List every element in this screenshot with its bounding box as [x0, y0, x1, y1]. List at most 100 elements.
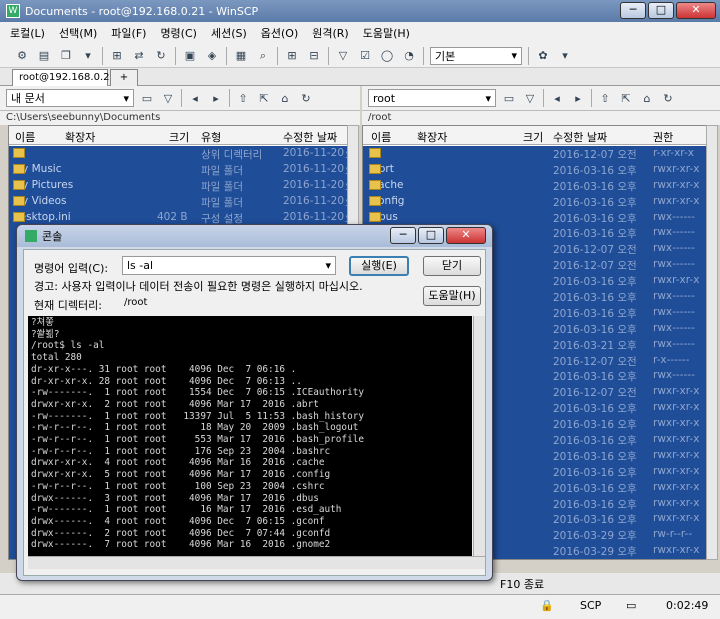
keep-icon[interactable]: ▦	[233, 48, 249, 64]
file-perm: rwxr-xr-x	[653, 448, 700, 461]
compare-icon[interactable]: ⊞	[109, 48, 125, 64]
menu-remote[interactable]: 원격(R)	[312, 25, 348, 41]
copy-icon[interactable]: ❐	[58, 48, 74, 64]
filter-icon[interactable]: ▽	[335, 48, 351, 64]
folder-open-icon[interactable]: ▭	[501, 90, 517, 106]
transfer-profile-value: 기본	[435, 49, 456, 63]
close-window-button[interactable]: ✕	[676, 2, 716, 19]
col-ext[interactable]: 확장자	[417, 129, 447, 145]
col-date[interactable]: 수정한 날짜	[553, 129, 607, 145]
console-close-button[interactable]: ✕	[446, 227, 486, 244]
left-current-path: C:\Users\seebunny\Documents	[0, 110, 360, 125]
parent-dir-icon[interactable]: ⇧	[597, 90, 613, 106]
home-icon[interactable]: ⌂	[639, 90, 655, 106]
command-label: 명령어 입력(C):	[34, 262, 109, 275]
help-button[interactable]: 도움말(H)	[423, 286, 481, 306]
f10-quit-button[interactable]: F10 종료	[500, 576, 544, 592]
chevron-down-icon[interactable]: ▾	[557, 48, 573, 64]
putty-icon[interactable]: ◈	[204, 48, 220, 64]
forward-icon[interactable]: ▸	[208, 90, 224, 106]
transfer-profile-select[interactable]: 기본 ▾	[430, 46, 522, 65]
sync-icon[interactable]: ⇄	[131, 48, 147, 64]
table-row[interactable]: My Pictures파일 폴더2016-11-20오	[9, 178, 357, 194]
maximize-button[interactable]: □	[648, 2, 674, 19]
console-horizontal-scrollbar[interactable]	[28, 556, 485, 569]
home-icon[interactable]: ⌂	[277, 90, 293, 106]
filter-icon[interactable]: ▽	[160, 90, 176, 106]
back-icon[interactable]: ◂	[187, 90, 203, 106]
menu-command[interactable]: 명령(C)	[160, 25, 197, 41]
console-minimize-button[interactable]: ─	[390, 227, 416, 244]
folder-open-icon[interactable]: ▭	[139, 90, 155, 106]
parent-dir-icon[interactable]: ⇧	[235, 90, 251, 106]
left-path-bar: 내 문서 ▾ ▭ ▽ ◂ ▸ ⇧ ⇱ ⌂ ↻	[0, 86, 360, 110]
computer-icon: ▭	[626, 599, 637, 612]
forward-icon[interactable]: ▸	[570, 90, 586, 106]
file-perm: rwxr-xr-x	[653, 401, 700, 414]
console-icon[interactable]: ▣	[182, 48, 198, 64]
table-row[interactable]: My Music파일 폴더2016-11-20오	[9, 162, 357, 178]
console-output[interactable]: ?쳐쫗 ?쐍뵒? /root$ ls -al total 280 dr-xr-x…	[28, 316, 472, 556]
command-input[interactable]: ls -al ▾	[122, 256, 336, 275]
col-type[interactable]: 유형	[201, 129, 221, 145]
toolbar-separator	[175, 46, 176, 65]
col-size[interactable]: 크기	[523, 129, 543, 145]
find-icon[interactable]: ⌕	[255, 48, 271, 64]
close-button[interactable]: 닫기	[423, 256, 481, 276]
chevron-down-icon[interactable]: ▾	[80, 48, 96, 64]
refresh-icon[interactable]: ↻	[660, 90, 676, 106]
back-icon[interactable]: ◂	[549, 90, 565, 106]
col-ext[interactable]: 확장자	[65, 129, 95, 145]
menu-session[interactable]: 세션(S)	[211, 25, 247, 41]
folder-icon	[369, 211, 381, 222]
file-date: 2016-03-16 오후	[553, 180, 637, 193]
root-dir-icon[interactable]: ⇱	[618, 90, 634, 106]
tab-session[interactable]: root@192.168.0.21	[12, 69, 116, 86]
folder-icon	[369, 148, 381, 158]
col-name[interactable]: 이름	[15, 129, 35, 145]
table-row[interactable]: .abrt 2016-03-16 오후 rwxr-xr-x	[363, 162, 707, 178]
file-date: 2016-03-16 오후	[553, 435, 637, 448]
minimize-button[interactable]: ─	[620, 2, 646, 19]
menu-file[interactable]: 파일(F)	[111, 25, 146, 41]
execute-button[interactable]: 실행(E)	[349, 256, 409, 276]
col-name[interactable]: 이름	[371, 129, 391, 145]
col-date[interactable]: 수정한 날짜	[283, 129, 337, 145]
file-perm: rwxr-xr-x	[653, 274, 700, 287]
plus-icon[interactable]: ⊞	[284, 48, 300, 64]
title-bar: W Documents - root@192.168.0.21 - WinSCP…	[0, 0, 720, 22]
minus-icon[interactable]: ⊟	[306, 48, 322, 64]
menu-local[interactable]: 로컬(L)	[10, 25, 45, 41]
file-date: 2016-03-16 오후	[553, 403, 637, 416]
menu-select[interactable]: 선택(M)	[59, 25, 97, 41]
file-perm: rwxr-xr-x	[653, 162, 700, 175]
right-scrollbar[interactable]	[706, 125, 718, 560]
right-location-select[interactable]: root ▾	[368, 89, 496, 107]
gear-icon[interactable]: ⚙	[14, 48, 30, 64]
circle-icon[interactable]: ◯	[379, 48, 395, 64]
root-dir-icon[interactable]: ⇱	[256, 90, 272, 106]
globe-icon[interactable]: ✿	[535, 48, 551, 64]
history-icon[interactable]: ◔	[401, 48, 417, 64]
check-icon[interactable]: ☑	[357, 48, 373, 64]
table-row[interactable]: .config 2016-03-16 오후 rwxr-xr-x	[363, 194, 707, 210]
left-location-select[interactable]: 내 문서 ▾	[6, 89, 134, 107]
table-row[interactable]: .cache 2016-03-16 오후 rwxr-xr-x	[363, 178, 707, 194]
console-vertical-scrollbar[interactable]	[473, 316, 485, 556]
table-row[interactable]: ..상위 디렉터리2016-11-20오	[9, 146, 357, 162]
col-perm[interactable]: 권한	[653, 129, 673, 145]
console-maximize-button[interactable]: □	[418, 227, 444, 244]
menu-help[interactable]: 도움말(H)	[363, 25, 410, 41]
refresh-icon[interactable]: ↻	[153, 48, 169, 64]
menu-options[interactable]: 옵션(O)	[261, 25, 298, 41]
col-size[interactable]: 크기	[169, 129, 189, 145]
table-row[interactable]: My Videos파일 폴더2016-11-20오	[9, 194, 357, 210]
new-tab-button[interactable]: +	[110, 69, 138, 86]
refresh-icon[interactable]: ↻	[298, 90, 314, 106]
folder-icon	[369, 195, 381, 206]
table-row[interactable]: .. 2016-12-07 오전 r-xr-xr-x	[363, 146, 707, 162]
filter-icon[interactable]: ▽	[522, 90, 538, 106]
file-name: .cache	[369, 179, 403, 191]
console-title-bar: 콘솔 ─ □ ✕	[17, 225, 492, 247]
queue-icon[interactable]: ▤	[36, 48, 52, 64]
